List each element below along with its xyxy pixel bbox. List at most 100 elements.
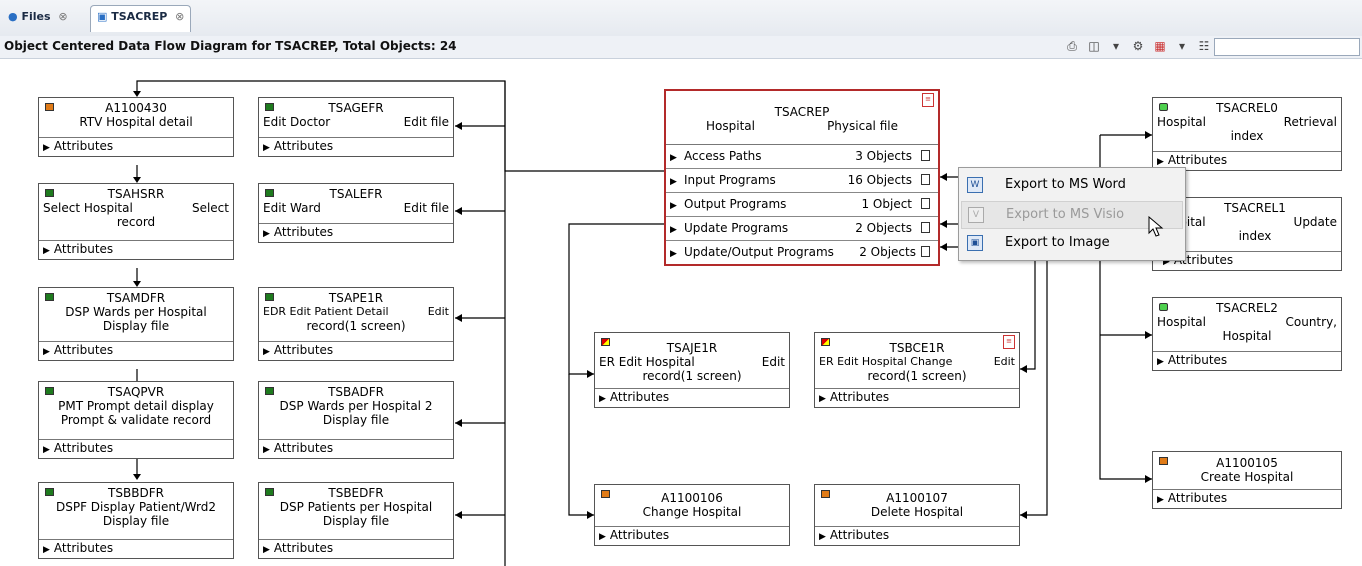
node-tsalefr[interactable]: TSALEFR Edit Ward Edit file ▶ Attributes [258,183,454,243]
node-tsbce1r[interactable]: ≡ TSBCE1R ER Edit Hospital Change Edit re… [814,332,1020,408]
attributes-label: Attributes [829,528,890,542]
attributes-toggle[interactable]: ▶ Attributes [259,540,453,558]
object-type-icon [45,189,54,197]
object-type-icon [265,488,274,496]
attributes-toggle[interactable]: ▶ Attributes [1153,490,1341,508]
node-tsacrel0[interactable]: TSACREL0 Hospital Retrieval index ▶ Attrib… [1152,97,1342,171]
expand-triangle-icon: ▶ [263,445,270,455]
central-desc: Hospital Physical file [670,119,934,133]
node-tsacrel2[interactable]: TSACREL2 Hospital Country, Hospital ▶ Attr… [1152,297,1342,371]
row-label: Input Programs [684,173,776,187]
attributes-toggle[interactable]: ▶ Attributes [259,138,453,156]
node-header: TSAMDFR DSP Wards per Hospital Display f… [39,288,233,342]
central-row-access-paths[interactable]: ▶ Access Paths 3 Objects [666,145,938,169]
attributes-toggle[interactable]: ▶ Attributes [39,540,233,558]
node-tsaqpvr[interactable]: TSAQPVR PMT Prompt detail display Prompt… [38,381,234,459]
node-tsbadfr[interactable]: TSBADFR DSP Wards per Hospital 2 Display… [258,381,454,459]
tree-icon[interactable]: ☷ [1196,38,1212,54]
node-desc2: record(1 screen) [867,369,967,383]
node-desc2: index [1238,229,1272,243]
attributes-toggle[interactable]: ▶ Attributes [39,342,233,360]
attributes-toggle[interactable]: ▶ Attributes [259,224,453,242]
object-type-icon [265,387,274,395]
expand-triangle-icon: ▶ [819,532,826,542]
color-icon[interactable]: ▦ [1152,38,1168,54]
object-type-icon [1159,103,1168,111]
node-a1100106[interactable]: A1100106 Change Hospital ▶ Attributes [594,484,790,546]
node-desc: DSPF Display Patient/Wrd2 [56,500,216,514]
node-a1100430[interactable]: A1100430 RTV Hospital detail ▶ Attributes [38,97,234,157]
node-header: TSALEFR Edit Ward Edit file [259,184,453,224]
central-row-output-programs[interactable]: ▶ Output Programs 1 Object [666,193,938,217]
central-row-update-programs[interactable]: ▶ Update Programs 2 Objects [666,217,938,241]
central-row-input-programs[interactable]: ▶ Input Programs 16 Objects [666,169,938,193]
node-header: TSBADFR DSP Wards per Hospital 2 Display… [259,382,453,440]
node-header: TSBBDFR DSPF Display Patient/Wrd2 Displa… [39,483,233,540]
attributes-toggle[interactable]: ▶ Attributes [39,138,233,156]
node-desc-left: EDR Edit Patient Detail [263,305,389,318]
attributes-label: Attributes [1167,353,1228,367]
attributes-toggle[interactable]: ▶ Attributes [595,527,789,545]
node-tsape1r[interactable]: TSAPE1R EDR Edit Patient Detail Edit reco… [258,287,454,361]
node-tsagefr[interactable]: TSAGEFR Edit Doctor Edit file ▶ Attributes [258,97,454,157]
menu-item-export-word[interactable]: W Export to MS Word [961,172,1181,198]
node-tsbbdfr[interactable]: TSBBDFR DSPF Display Patient/Wrd2 Displa… [38,482,234,559]
node-tsahsrr[interactable]: TSAHSRR Select Hospital Select record ▶ At… [38,183,234,260]
attributes-label: Attributes [273,441,334,455]
filter-icon[interactable]: ⚙ [1130,38,1146,54]
node-a1100105[interactable]: A1100105 Create Hospital ▶ Attributes [1152,451,1342,509]
expand-triangle-icon: ▶ [263,229,270,239]
attributes-toggle[interactable]: ▶ Attributes [1153,352,1341,370]
central-name: TSACREP [774,105,830,119]
central-row-update-output-programs[interactable]: ▶ Update/Output Programs 2 Objects [666,241,938,264]
dropdown-icon[interactable]: ▾ [1108,38,1124,54]
attributes-toggle[interactable]: ▶ Attributes [815,389,1019,407]
node-desc2: Display file [322,514,390,528]
dropdown-icon[interactable]: ▾ [1174,38,1190,54]
node-header: TSAPE1R EDR Edit Patient Detail Edit reco… [259,288,453,342]
attributes-label: Attributes [53,139,114,153]
row-count: 2 Objects [855,221,912,235]
expand-triangle-icon: ▶ [1157,157,1164,167]
object-type-icon [45,293,54,301]
node-name: A1100106 [661,491,723,505]
node-header: TSAJE1R ER Edit Hospital Edit record(1 sc… [595,333,789,389]
node-desc-right: Edit file [403,201,449,215]
node-desc2: record(1 screen) [642,369,742,383]
close-icon[interactable]: ⊗ [58,10,67,23]
database-icon [921,198,930,209]
attributes-toggle[interactable]: ▶ Attributes [39,241,233,259]
node-name: A1100105 [1216,456,1278,470]
attributes-label: Attributes [609,390,670,404]
node-desc-right: Edit [993,355,1015,368]
node-tsbedfr[interactable]: TSBEDFR DSP Patients per Hospital Displa… [258,482,454,559]
central-node-tsacrep[interactable]: ≡ TSACREP Hospital Physical file ▶ Access… [664,89,940,266]
expand-triangle-icon: ▶ [670,177,677,187]
node-desc2: Display file [322,413,390,427]
node-a1100107[interactable]: A1100107 Delete Hospital ▶ Attributes [814,484,1020,546]
print-icon[interactable]: ⎙ [1064,38,1080,54]
attributes-toggle[interactable]: ▶ Attributes [259,342,453,360]
attributes-toggle[interactable]: ▶ Attributes [39,440,233,458]
attributes-toggle[interactable]: ▶ Attributes [259,440,453,458]
search-input[interactable] [1214,38,1360,56]
diagram-icon: ▣ [97,10,108,23]
node-desc2: index [1230,129,1264,143]
layout-icon[interactable]: ◫ [1086,38,1102,54]
row-count: 2 Objects [859,245,916,259]
attributes-toggle[interactable]: ▶ Attributes [595,389,789,407]
tab-tsacrep[interactable]: ▣ TSACREP ⊗ [90,5,192,32]
export-context-menu: W Export to MS Word V Export to MS Visio… [958,167,1186,261]
object-type-icon [45,103,54,111]
node-desc: spital Update [1173,215,1337,229]
node-name: TSACREL2 [1216,301,1278,315]
expand-triangle-icon: ▶ [263,347,270,357]
node-desc-left: Hospital [1157,315,1206,329]
node-tsamdfr[interactable]: TSAMDFR DSP Wards per Hospital Display f… [38,287,234,361]
tab-files[interactable]: ● Files ⊗ [2,6,74,28]
close-icon[interactable]: ⊗ [175,10,184,23]
attributes-toggle[interactable]: ▶ Attributes [815,527,1019,545]
node-desc: ER Edit Hospital Change Edit [819,355,1015,369]
node-tsaje1r[interactable]: TSAJE1R ER Edit Hospital Edit record(1 sc… [594,332,790,408]
node-desc-right: Update [1293,215,1337,229]
